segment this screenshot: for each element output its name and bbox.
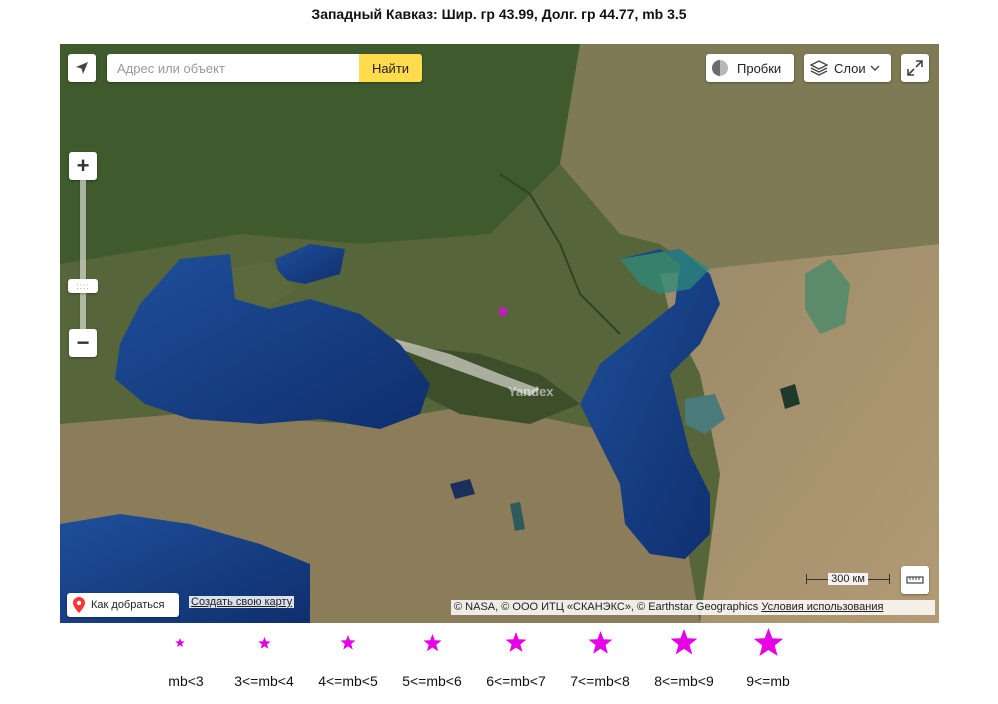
plus-icon: + (76, 153, 90, 178)
terms-link[interactable]: Условия использования (761, 601, 883, 613)
satellite-map[interactable]: Yandex Найти Пробки Слои + (60, 44, 939, 623)
create-map-link[interactable]: Создать свою карту (189, 596, 295, 608)
attribution-text: © NASA, © ООО ИТЦ «СКАНЭКС», © Earthstar… (454, 601, 759, 613)
navigation-arrow-icon (76, 62, 88, 74)
ruler-icon (906, 576, 924, 584)
legend-star-icon (588, 630, 612, 654)
legend-star-icon (175, 638, 185, 648)
chevron-down-icon (870, 65, 880, 71)
location-pin-icon (73, 597, 85, 613)
grip-icon: :::: (76, 281, 90, 291)
locate-button[interactable] (68, 54, 96, 82)
find-button[interactable]: Найти (359, 54, 422, 82)
legend-label: 3<=mb<4 (234, 673, 294, 689)
route-button[interactable]: Как добраться (67, 593, 179, 617)
traffic-button[interactable]: Пробки (706, 54, 794, 82)
zoom-slider-handle[interactable]: :::: (68, 279, 98, 293)
legend-star-icon (422, 633, 442, 651)
zoom-slider-track[interactable] (80, 180, 86, 329)
layers-button[interactable]: Слои (804, 54, 891, 82)
expand-icon (907, 60, 923, 76)
search-box: Найти (107, 54, 422, 82)
watermark: Yandex (508, 384, 554, 399)
legend-star-icon (257, 636, 271, 649)
legend-label: 7<=mb<8 (570, 673, 630, 689)
scale-label: 300 км (828, 573, 868, 585)
traffic-icon (712, 60, 728, 76)
fullscreen-button[interactable] (901, 54, 929, 82)
zoom-in-button[interactable]: + (69, 152, 97, 180)
traffic-label: Пробки (737, 60, 782, 76)
legend-label: 8<=mb<9 (654, 673, 714, 689)
legend-star-icon (670, 629, 698, 655)
minus-icon: − (76, 330, 90, 355)
legend-label: 5<=mb<6 (402, 673, 462, 689)
legend-star-icon (340, 635, 356, 650)
legend-label: 6<=mb<7 (486, 673, 546, 689)
layers-icon (810, 60, 828, 76)
scale-bar: 300 км (804, 570, 892, 588)
legend-label: 9<=mb (746, 673, 790, 689)
page-title: Западный Кавказ: Шир. гр 43.99, Долг. гр… (311, 6, 687, 22)
map-imagery: Yandex (60, 44, 939, 623)
layers-label: Слои (834, 60, 866, 76)
legend-star-icon (753, 627, 783, 656)
ruler-button[interactable] (901, 566, 929, 594)
legend-label: mb<3 (168, 673, 204, 689)
legend-label: 4<=mb<5 (318, 673, 378, 689)
route-label: Как добраться (91, 599, 165, 611)
zoom-out-button[interactable]: − (69, 329, 97, 357)
legend-star-icon (505, 632, 527, 652)
search-input[interactable] (107, 54, 359, 82)
attribution: © NASA, © ООО ИТЦ «СКАНЭКС», © Earthstar… (451, 600, 935, 615)
